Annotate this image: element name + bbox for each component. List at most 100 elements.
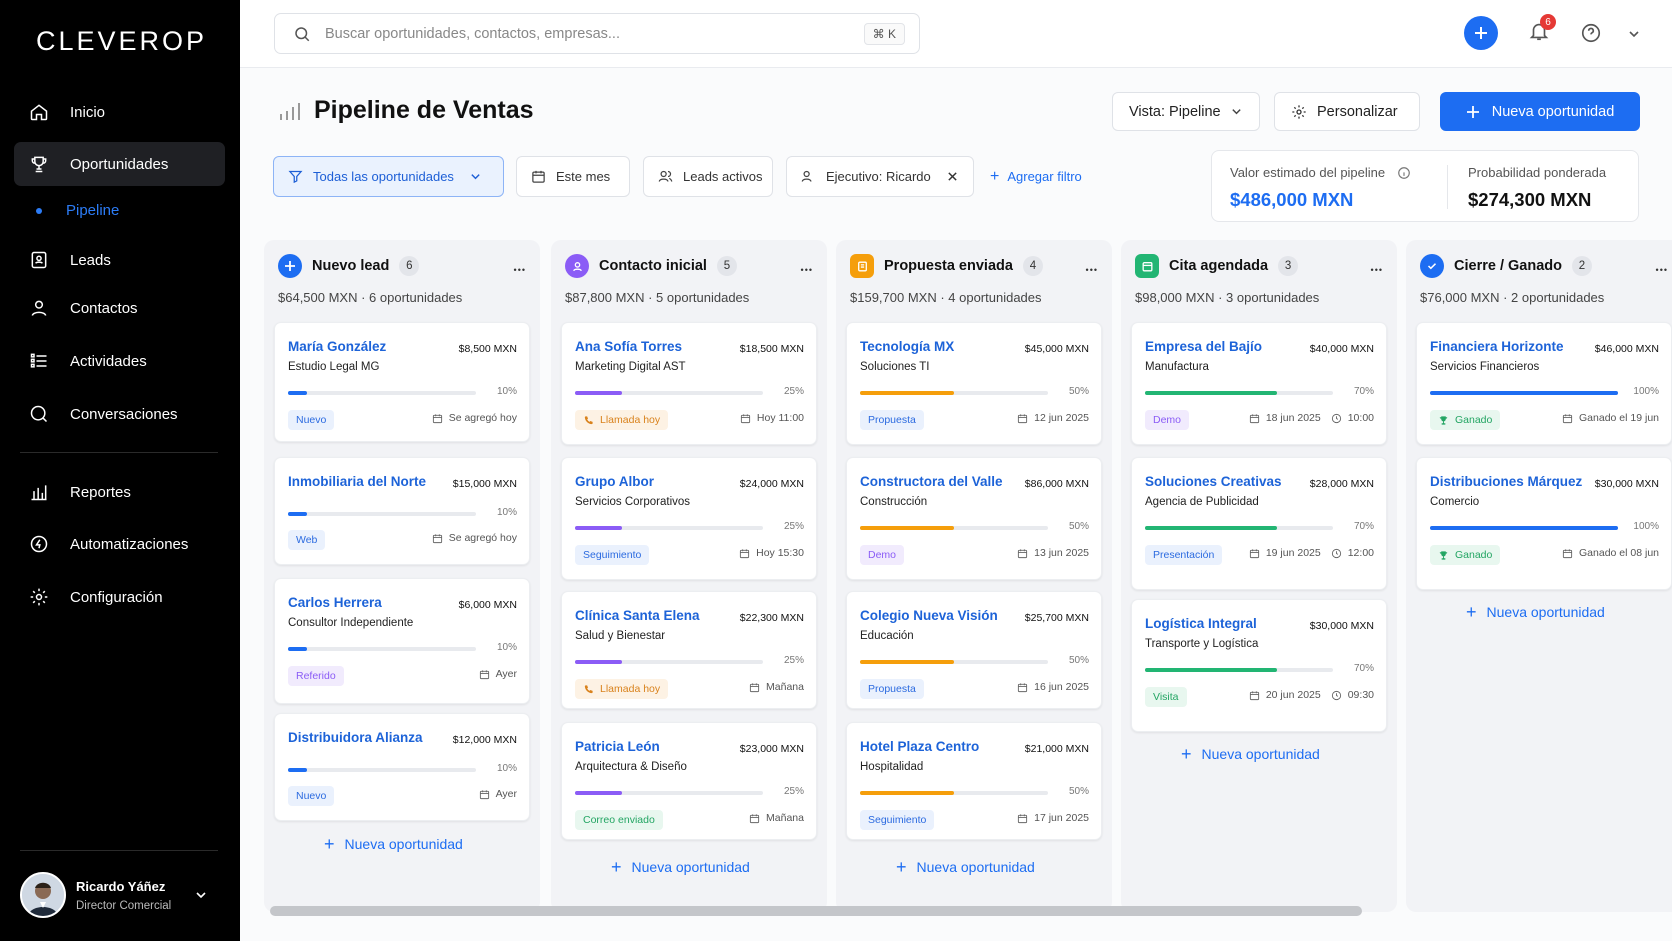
- column-summary: $159,700 MXN · 4 oportunidades: [850, 290, 1042, 305]
- opportunity-card[interactable]: Logística Integral $30,000 MXN Transporte …: [1131, 599, 1387, 732]
- opportunity-name[interactable]: Soluciones Creativas: [1145, 474, 1282, 489]
- close-icon[interactable]: [947, 171, 968, 182]
- sidebar-item-oportunidades[interactable]: Oportunidades: [14, 142, 225, 186]
- sidebar-item-contactos[interactable]: Contactos: [14, 286, 225, 330]
- filter-all-opportunities[interactable]: Todas las oportunidades: [273, 156, 504, 197]
- add-opportunity-link[interactable]: + Nueva oportunidad: [1181, 745, 1320, 763]
- view-select[interactable]: Vista: Pipeline: [1112, 92, 1260, 131]
- sidebar-subitem-pipeline[interactable]: Pipeline: [36, 202, 119, 219]
- more-options-icon[interactable]: •••: [1086, 261, 1098, 279]
- opportunity-name[interactable]: Clínica Santa Elena: [575, 608, 700, 623]
- opportunity-name[interactable]: Constructora del Valle: [860, 474, 1003, 489]
- status-badge-label: Nuevo: [296, 414, 327, 426]
- info-icon[interactable]: [1397, 166, 1411, 180]
- card-date: Ayer: [495, 668, 517, 680]
- opportunity-name[interactable]: Tecnología MX: [860, 339, 954, 354]
- sidebar-item-inicio[interactable]: Inicio: [14, 90, 225, 134]
- opportunity-name[interactable]: Distribuidora Alianza: [288, 730, 423, 745]
- quick-add-button[interactable]: [1464, 16, 1498, 50]
- progress-fill: [1145, 526, 1277, 530]
- status-badge-label: Seguimiento: [583, 549, 642, 561]
- sidebar-item-reportes[interactable]: Reportes: [14, 470, 225, 514]
- progress-bar: [860, 391, 1048, 395]
- more-options-icon[interactable]: •••: [514, 261, 526, 279]
- opportunity-card[interactable]: Clínica Santa Elena $22,300 MXN Salud y Bi…: [561, 591, 817, 709]
- filter-label: Todas las oportunidades: [313, 169, 454, 184]
- opportunity-name[interactable]: Grupo Albor: [575, 474, 654, 489]
- sidebar-item-configuracion[interactable]: Configuración: [14, 575, 225, 619]
- opportunity-card[interactable]: Carlos Herrera $6,000 MXN Consultor Indepe…: [274, 578, 530, 704]
- progress-percent: 70%: [1353, 663, 1374, 674]
- opportunity-name[interactable]: María González: [288, 339, 386, 354]
- add-opportunity-label: Nueva oportunidad: [344, 836, 463, 852]
- page-header: Pipeline de Ventas: [278, 96, 534, 125]
- status-badge-label: Seguimiento: [868, 814, 927, 826]
- opportunity-card[interactable]: Soluciones Creativas $28,000 MXN Agencia d…: [1131, 457, 1387, 590]
- status-badge: Propuesta: [860, 679, 924, 699]
- sidebar-item-label: Oportunidades: [70, 155, 169, 173]
- opportunity-card[interactable]: Empresa del Bajío $40,000 MXN Manufactura 7…: [1131, 322, 1387, 445]
- filter-this-month[interactable]: Este mes: [516, 156, 630, 197]
- opportunity-card[interactable]: Grupo Albor $24,000 MXN Servicios Corporat…: [561, 457, 817, 580]
- opportunity-name[interactable]: Logística Integral: [1145, 616, 1257, 631]
- opportunity-name[interactable]: Empresa del Bajío: [1145, 339, 1262, 354]
- opportunity-card[interactable]: Colegio Nueva Visión $25,700 MXN Educación…: [846, 591, 1102, 709]
- opportunity-card[interactable]: Ana Sofía Torres $18,500 MXN Marketing Dig…: [561, 322, 817, 445]
- sidebar-item-conversaciones[interactable]: Conversaciones: [14, 392, 225, 436]
- opportunity-card[interactable]: María González $8,500 MXN Estudio Legal MG…: [274, 322, 530, 442]
- filter-executive[interactable]: Ejecutivo: Ricardo: [786, 156, 974, 197]
- progress-percent: 50%: [1068, 386, 1089, 397]
- column-summary: $87,800 MXN · 5 oportunidades: [565, 290, 750, 305]
- user-menu[interactable]: Ricardo Yáñez Director Comercial: [20, 872, 225, 918]
- opportunity-name[interactable]: Hotel Plaza Centro: [860, 739, 979, 754]
- opportunity-card[interactable]: Constructora del Valle $86,000 MXN Constru…: [846, 457, 1102, 580]
- search-input[interactable]: [325, 25, 845, 42]
- progress-bar: [575, 791, 763, 795]
- status-badge: Seguimiento: [575, 545, 650, 565]
- opportunity-name[interactable]: Financiera Horizonte: [1430, 339, 1564, 354]
- chat-icon: [28, 403, 50, 425]
- add-opportunity-link[interactable]: + Nueva oportunidad: [611, 858, 750, 876]
- card-date: Mañana: [766, 812, 804, 824]
- more-options-icon[interactable]: •••: [1371, 261, 1383, 279]
- opportunity-name[interactable]: Patricia León: [575, 739, 660, 754]
- horizontal-scrollbar[interactable]: [270, 906, 1362, 916]
- sidebar-item-automatizaciones[interactable]: Automatizaciones: [14, 522, 225, 566]
- opportunity-name[interactable]: Distribuciones Márquez: [1430, 474, 1582, 489]
- sidebar-item-label: Conversaciones: [70, 405, 178, 423]
- opportunity-card[interactable]: Hotel Plaza Centro $21,000 MXN Hospitalida…: [846, 722, 1102, 840]
- opportunity-name[interactable]: Colegio Nueva Visión: [860, 608, 998, 623]
- sidebar-item-actividades[interactable]: Actividades: [14, 339, 225, 383]
- opportunity-card[interactable]: Inmobiliaria del Norte $15,000 MXN 10% Web S…: [274, 457, 530, 565]
- opportunity-name[interactable]: Inmobiliaria del Norte: [288, 474, 426, 489]
- column-title: Contacto inicial: [599, 258, 707, 274]
- filter-active-leads[interactable]: Leads activos: [643, 156, 773, 197]
- help-button[interactable]: [1580, 22, 1602, 44]
- opportunity-company: Transporte y Logística: [1145, 638, 1259, 650]
- customize-button[interactable]: Personalizar: [1274, 92, 1420, 131]
- opportunity-card[interactable]: Distribuidora Alianza $12,000 MXN 10% Nuevo…: [274, 713, 530, 821]
- opportunity-card[interactable]: Patricia León $23,000 MXN Arquitectura & D…: [561, 722, 817, 840]
- opportunity-name[interactable]: Carlos Herrera: [288, 595, 382, 610]
- notifications-button[interactable]: 6: [1528, 14, 1556, 42]
- gear-icon: [1291, 104, 1307, 120]
- add-opportunity-link[interactable]: + Nueva oportunidad: [324, 835, 463, 853]
- card-meta: Mañana: [749, 681, 804, 693]
- account-dropdown[interactable]: [1628, 28, 1640, 40]
- more-options-icon[interactable]: •••: [1656, 261, 1668, 279]
- pipeline-icon: [278, 100, 300, 122]
- opportunity-amount: $45,000 MXN: [1024, 343, 1089, 355]
- opportunity-card[interactable]: Distribuciones Márquez $30,000 MXN Comerci…: [1416, 457, 1672, 590]
- calendar-icon: [740, 413, 757, 424]
- opportunity-name[interactable]: Ana Sofía Torres: [575, 339, 682, 354]
- sidebar-item-leads[interactable]: Leads: [14, 238, 225, 282]
- add-opportunity-link[interactable]: + Nueva oportunidad: [1466, 603, 1605, 621]
- opportunity-card[interactable]: Financiera Horizonte $46,000 MXN Servicios…: [1416, 322, 1672, 445]
- add-opportunity-link[interactable]: + Nueva oportunidad: [896, 858, 1035, 876]
- new-opportunity-button[interactable]: Nueva oportunidad: [1440, 92, 1640, 131]
- opportunity-card[interactable]: Tecnología MX $45,000 MXN Soluciones TI 50%…: [846, 322, 1102, 445]
- more-options-icon[interactable]: •••: [801, 261, 813, 279]
- search-box[interactable]: ⌘ K: [274, 13, 920, 54]
- add-filter-link[interactable]: + Agregar filtro: [990, 168, 1082, 184]
- opportunity-company: Marketing Digital AST: [575, 361, 686, 373]
